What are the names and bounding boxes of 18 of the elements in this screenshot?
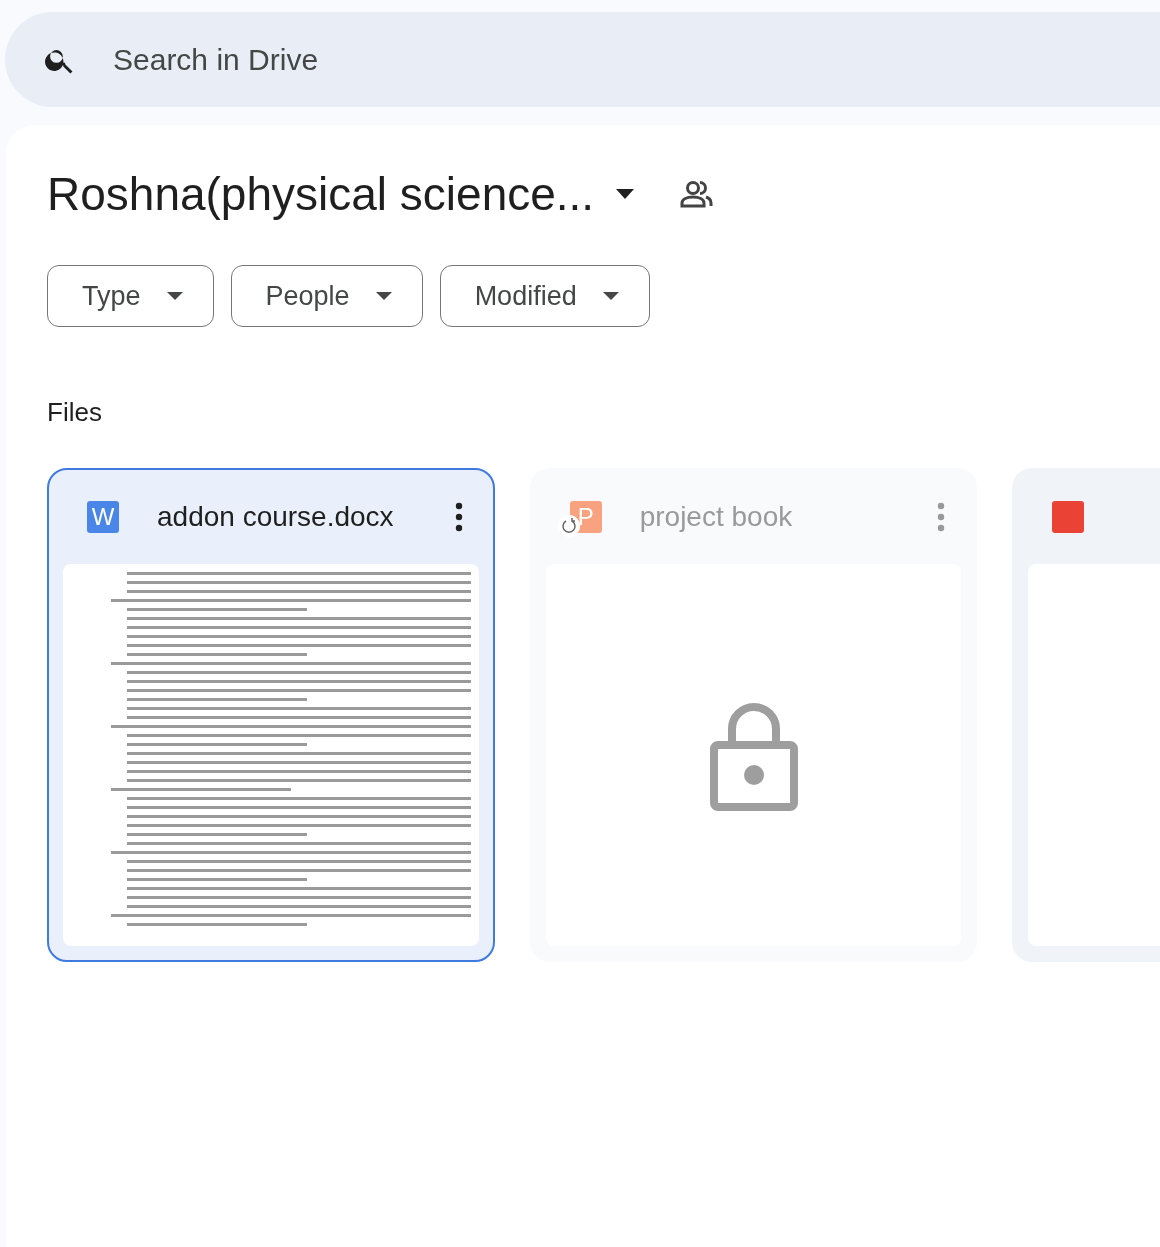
- folder-title: Roshna(physical science...: [47, 167, 595, 221]
- file-name: addon course.docx: [157, 501, 395, 533]
- caret-icon: [375, 292, 392, 300]
- search-input[interactable]: Search in Drive: [111, 41, 715, 78]
- caret-icon: [602, 292, 619, 300]
- section-heading: Files: [47, 397, 103, 428]
- more-icon: [937, 502, 946, 532]
- filter-chip[interactable]: People: [230, 265, 423, 327]
- file-card[interactable]: W addon course.docx: [47, 468, 495, 962]
- more-icon: [454, 502, 463, 532]
- filter-chip[interactable]: Modified: [439, 265, 650, 327]
- caret-icon: [616, 189, 635, 199]
- people-icon[interactable]: [680, 180, 715, 208]
- caret-icon: [166, 292, 183, 300]
- filter-chip[interactable]: Type: [47, 265, 214, 327]
- sync-icon: [557, 515, 580, 537]
- file-name: project book: [639, 501, 794, 533]
- file-type-icon: W: [87, 501, 119, 533]
